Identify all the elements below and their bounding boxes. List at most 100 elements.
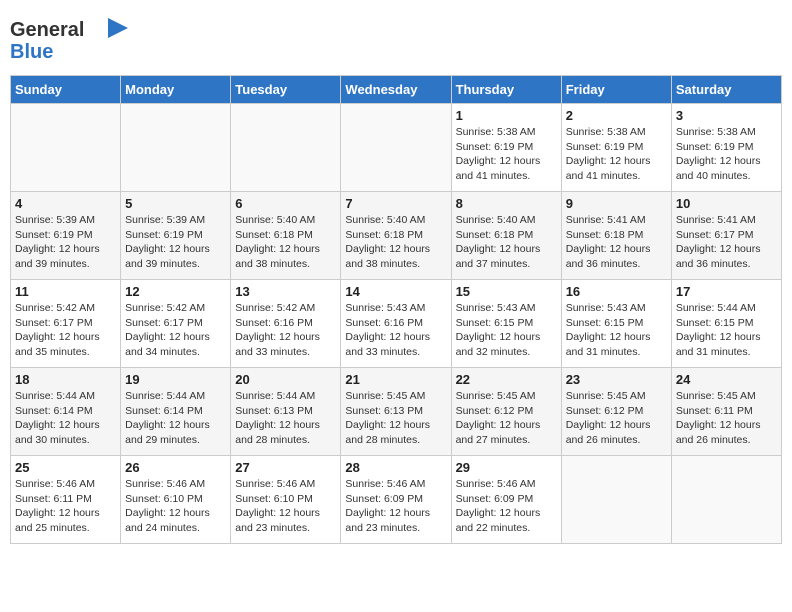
day-cell	[11, 104, 121, 192]
day-cell: 2 Sunrise: 5:38 AM Sunset: 6:19 PM Daylig…	[561, 104, 671, 192]
day-number: 15	[456, 284, 557, 299]
day-number: 9	[566, 196, 667, 211]
day-cell: 1 Sunrise: 5:38 AM Sunset: 6:19 PM Daylig…	[451, 104, 561, 192]
day-info: Sunrise: 5:43 AM Sunset: 6:15 PM Dayligh…	[456, 301, 557, 360]
page-header: General Blue	[10, 10, 782, 67]
day-info: Sunrise: 5:40 AM Sunset: 6:18 PM Dayligh…	[235, 213, 336, 272]
day-number: 8	[456, 196, 557, 211]
day-cell: 19 Sunrise: 5:44 AM Sunset: 6:14 PM Dayli…	[121, 368, 231, 456]
day-number: 21	[345, 372, 446, 387]
day-number: 18	[15, 372, 116, 387]
day-cell: 15 Sunrise: 5:43 AM Sunset: 6:15 PM Dayli…	[451, 280, 561, 368]
day-number: 1	[456, 108, 557, 123]
day-number: 28	[345, 460, 446, 475]
day-cell: 26 Sunrise: 5:46 AM Sunset: 6:10 PM Dayli…	[121, 456, 231, 544]
day-number: 13	[235, 284, 336, 299]
day-number: 6	[235, 196, 336, 211]
day-cell: 25 Sunrise: 5:46 AM Sunset: 6:11 PM Dayli…	[11, 456, 121, 544]
day-info: Sunrise: 5:44 AM Sunset: 6:13 PM Dayligh…	[235, 389, 336, 448]
day-info: Sunrise: 5:45 AM Sunset: 6:12 PM Dayligh…	[566, 389, 667, 448]
day-number: 3	[676, 108, 777, 123]
day-info: Sunrise: 5:38 AM Sunset: 6:19 PM Dayligh…	[676, 125, 777, 184]
day-info: Sunrise: 5:43 AM Sunset: 6:15 PM Dayligh…	[566, 301, 667, 360]
day-number: 7	[345, 196, 446, 211]
week-row-3: 11Sunrise: 5:42 AM Sunset: 6:17 PM Dayli…	[11, 280, 782, 368]
day-number: 26	[125, 460, 226, 475]
weekday-header-tuesday: Tuesday	[231, 76, 341, 104]
day-number: 29	[456, 460, 557, 475]
day-cell	[671, 456, 781, 544]
day-cell: 20 Sunrise: 5:44 AM Sunset: 6:13 PM Dayli…	[231, 368, 341, 456]
day-cell: 22 Sunrise: 5:45 AM Sunset: 6:12 PM Dayli…	[451, 368, 561, 456]
day-cell: 7 Sunrise: 5:40 AM Sunset: 6:18 PM Daylig…	[341, 192, 451, 280]
day-cell: 27 Sunrise: 5:46 AM Sunset: 6:10 PM Dayli…	[231, 456, 341, 544]
day-info: Sunrise: 5:41 AM Sunset: 6:18 PM Dayligh…	[566, 213, 667, 272]
day-info: Sunrise: 5:46 AM Sunset: 6:09 PM Dayligh…	[456, 477, 557, 536]
week-row-1: 1 Sunrise: 5:38 AM Sunset: 6:19 PM Daylig…	[11, 104, 782, 192]
day-number: 25	[15, 460, 116, 475]
day-number: 19	[125, 372, 226, 387]
day-info: Sunrise: 5:45 AM Sunset: 6:12 PM Dayligh…	[456, 389, 557, 448]
weekday-header-saturday: Saturday	[671, 76, 781, 104]
day-info: Sunrise: 5:46 AM Sunset: 6:10 PM Dayligh…	[125, 477, 226, 536]
weekday-header-row: SundayMondayTuesdayWednesdayThursdayFrid…	[11, 76, 782, 104]
day-cell: 5 Sunrise: 5:39 AM Sunset: 6:19 PM Daylig…	[121, 192, 231, 280]
day-cell: 6 Sunrise: 5:40 AM Sunset: 6:18 PM Daylig…	[231, 192, 341, 280]
day-number: 5	[125, 196, 226, 211]
day-info: Sunrise: 5:44 AM Sunset: 6:15 PM Dayligh…	[676, 301, 777, 360]
day-cell: 13 Sunrise: 5:42 AM Sunset: 6:16 PM Dayli…	[231, 280, 341, 368]
day-cell: 9 Sunrise: 5:41 AM Sunset: 6:18 PM Daylig…	[561, 192, 671, 280]
week-row-5: 25 Sunrise: 5:46 AM Sunset: 6:11 PM Dayli…	[11, 456, 782, 544]
logo: General Blue	[10, 14, 130, 67]
weekday-header-thursday: Thursday	[451, 76, 561, 104]
day-cell: 11Sunrise: 5:42 AM Sunset: 6:17 PM Dayli…	[11, 280, 121, 368]
weekday-header-wednesday: Wednesday	[341, 76, 451, 104]
day-number: 23	[566, 372, 667, 387]
calendar-table: SundayMondayTuesdayWednesdayThursdayFrid…	[10, 75, 782, 544]
day-info: Sunrise: 5:45 AM Sunset: 6:11 PM Dayligh…	[676, 389, 777, 448]
day-number: 2	[566, 108, 667, 123]
day-info: Sunrise: 5:46 AM Sunset: 6:11 PM Dayligh…	[15, 477, 116, 536]
day-cell: 10 Sunrise: 5:41 AM Sunset: 6:17 PM Dayli…	[671, 192, 781, 280]
day-number: 27	[235, 460, 336, 475]
day-info: Sunrise: 5:39 AM Sunset: 6:19 PM Dayligh…	[125, 213, 226, 272]
day-info: Sunrise: 5:43 AM Sunset: 6:16 PM Dayligh…	[345, 301, 446, 360]
day-cell	[561, 456, 671, 544]
day-info: Sunrise: 5:40 AM Sunset: 6:18 PM Dayligh…	[345, 213, 446, 272]
day-info: Sunrise: 5:38 AM Sunset: 6:19 PM Dayligh…	[456, 125, 557, 184]
day-number: 14	[345, 284, 446, 299]
day-info: Sunrise: 5:41 AM Sunset: 6:17 PM Dayligh…	[676, 213, 777, 272]
day-cell: 4Sunrise: 5:39 AM Sunset: 6:19 PM Daylig…	[11, 192, 121, 280]
day-number: 22	[456, 372, 557, 387]
svg-text:Blue: Blue	[10, 41, 53, 62]
weekday-header-monday: Monday	[121, 76, 231, 104]
week-row-2: 4Sunrise: 5:39 AM Sunset: 6:19 PM Daylig…	[11, 192, 782, 280]
day-cell: 23 Sunrise: 5:45 AM Sunset: 6:12 PM Dayli…	[561, 368, 671, 456]
day-cell: 17Sunrise: 5:44 AM Sunset: 6:15 PM Dayli…	[671, 280, 781, 368]
day-info: Sunrise: 5:42 AM Sunset: 6:16 PM Dayligh…	[235, 301, 336, 360]
day-cell: 16 Sunrise: 5:43 AM Sunset: 6:15 PM Dayli…	[561, 280, 671, 368]
day-cell	[341, 104, 451, 192]
day-info: Sunrise: 5:45 AM Sunset: 6:13 PM Dayligh…	[345, 389, 446, 448]
day-info: Sunrise: 5:42 AM Sunset: 6:17 PM Dayligh…	[125, 301, 226, 360]
day-info: Sunrise: 5:38 AM Sunset: 6:19 PM Dayligh…	[566, 125, 667, 184]
day-cell: 12Sunrise: 5:42 AM Sunset: 6:17 PM Dayli…	[121, 280, 231, 368]
day-cell: 3 Sunrise: 5:38 AM Sunset: 6:19 PM Daylig…	[671, 104, 781, 192]
day-cell: 18 Sunrise: 5:44 AM Sunset: 6:14 PM Dayli…	[11, 368, 121, 456]
logo-svg: General Blue	[10, 14, 130, 62]
day-info: Sunrise: 5:39 AM Sunset: 6:19 PM Dayligh…	[15, 213, 116, 272]
day-info: Sunrise: 5:40 AM Sunset: 6:18 PM Dayligh…	[456, 213, 557, 272]
day-cell	[231, 104, 341, 192]
day-cell: 14 Sunrise: 5:43 AM Sunset: 6:16 PM Dayli…	[341, 280, 451, 368]
day-cell: 8 Sunrise: 5:40 AM Sunset: 6:18 PM Daylig…	[451, 192, 561, 280]
day-number: 16	[566, 284, 667, 299]
day-number: 20	[235, 372, 336, 387]
day-info: Sunrise: 5:44 AM Sunset: 6:14 PM Dayligh…	[125, 389, 226, 448]
day-cell: 29 Sunrise: 5:46 AM Sunset: 6:09 PM Dayli…	[451, 456, 561, 544]
day-info: Sunrise: 5:46 AM Sunset: 6:09 PM Dayligh…	[345, 477, 446, 536]
day-info: Sunrise: 5:46 AM Sunset: 6:10 PM Dayligh…	[235, 477, 336, 536]
day-info: Sunrise: 5:44 AM Sunset: 6:14 PM Dayligh…	[15, 389, 116, 448]
day-number: 10	[676, 196, 777, 211]
day-cell: 24Sunrise: 5:45 AM Sunset: 6:11 PM Dayli…	[671, 368, 781, 456]
svg-text:General: General	[10, 19, 84, 41]
